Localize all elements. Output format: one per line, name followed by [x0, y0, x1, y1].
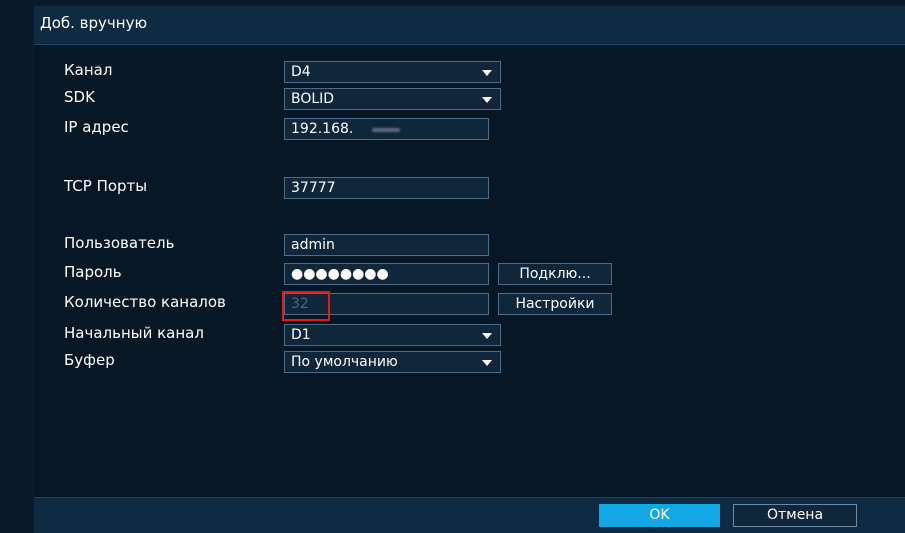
tcp-port-label: TCP Порты [64, 177, 148, 195]
ip-address-value: 192.168. [291, 121, 354, 137]
footer-bar: OK Отмена [34, 497, 905, 533]
tcp-port-value: 37777 [291, 180, 336, 196]
dialog-title: Доб. вручную [40, 14, 148, 32]
redacted-blur [372, 128, 400, 132]
ok-button[interactable]: OK [599, 504, 720, 527]
title-bar: Доб. вручную [34, 6, 905, 45]
sdk-select-value: BOLID [291, 91, 335, 107]
settings-button[interactable]: Настройки [498, 293, 612, 315]
sdk-select[interactable]: BOLID [284, 88, 501, 110]
start-channel-select[interactable]: D1 [284, 324, 501, 346]
start-channel-value: D1 [291, 327, 311, 343]
highlight-box [282, 291, 330, 321]
username-value: admin [291, 237, 335, 253]
cancel-button[interactable]: Отмена [733, 504, 857, 527]
add-manually-dialog: Доб. вручную Канал D4 SDK BOLID IP адрес… [34, 6, 905, 533]
channel-select-value: D4 [291, 64, 311, 80]
password-field[interactable]: ●●●●●●●● [284, 263, 489, 285]
username-label: Пользователь [64, 234, 175, 252]
channel-count-label: Количество каналов [64, 293, 226, 311]
tcp-port-field[interactable]: 37777 [284, 177, 489, 199]
channel-select[interactable]: D4 [284, 61, 501, 83]
ip-address-label: IP адрес [64, 118, 129, 136]
sdk-label: SDK [64, 88, 95, 106]
chevron-down-icon [482, 333, 492, 339]
chevron-down-icon [482, 70, 492, 76]
connect-button[interactable]: Подклю... [498, 263, 612, 285]
password-label: Пароль [64, 263, 122, 281]
password-value: ●●●●●●●● [291, 266, 389, 282]
ip-address-field[interactable]: 192.168. [284, 118, 489, 140]
buffer-label: Буфер [64, 351, 115, 369]
chevron-down-icon [482, 97, 492, 103]
chevron-down-icon [482, 360, 492, 366]
start-channel-label: Начальный канал [64, 324, 204, 342]
buffer-select[interactable]: По умолчанию [284, 351, 501, 373]
username-field[interactable]: admin [284, 234, 489, 256]
channel-label: Канал [64, 61, 113, 79]
buffer-select-value: По умолчанию [291, 354, 398, 370]
